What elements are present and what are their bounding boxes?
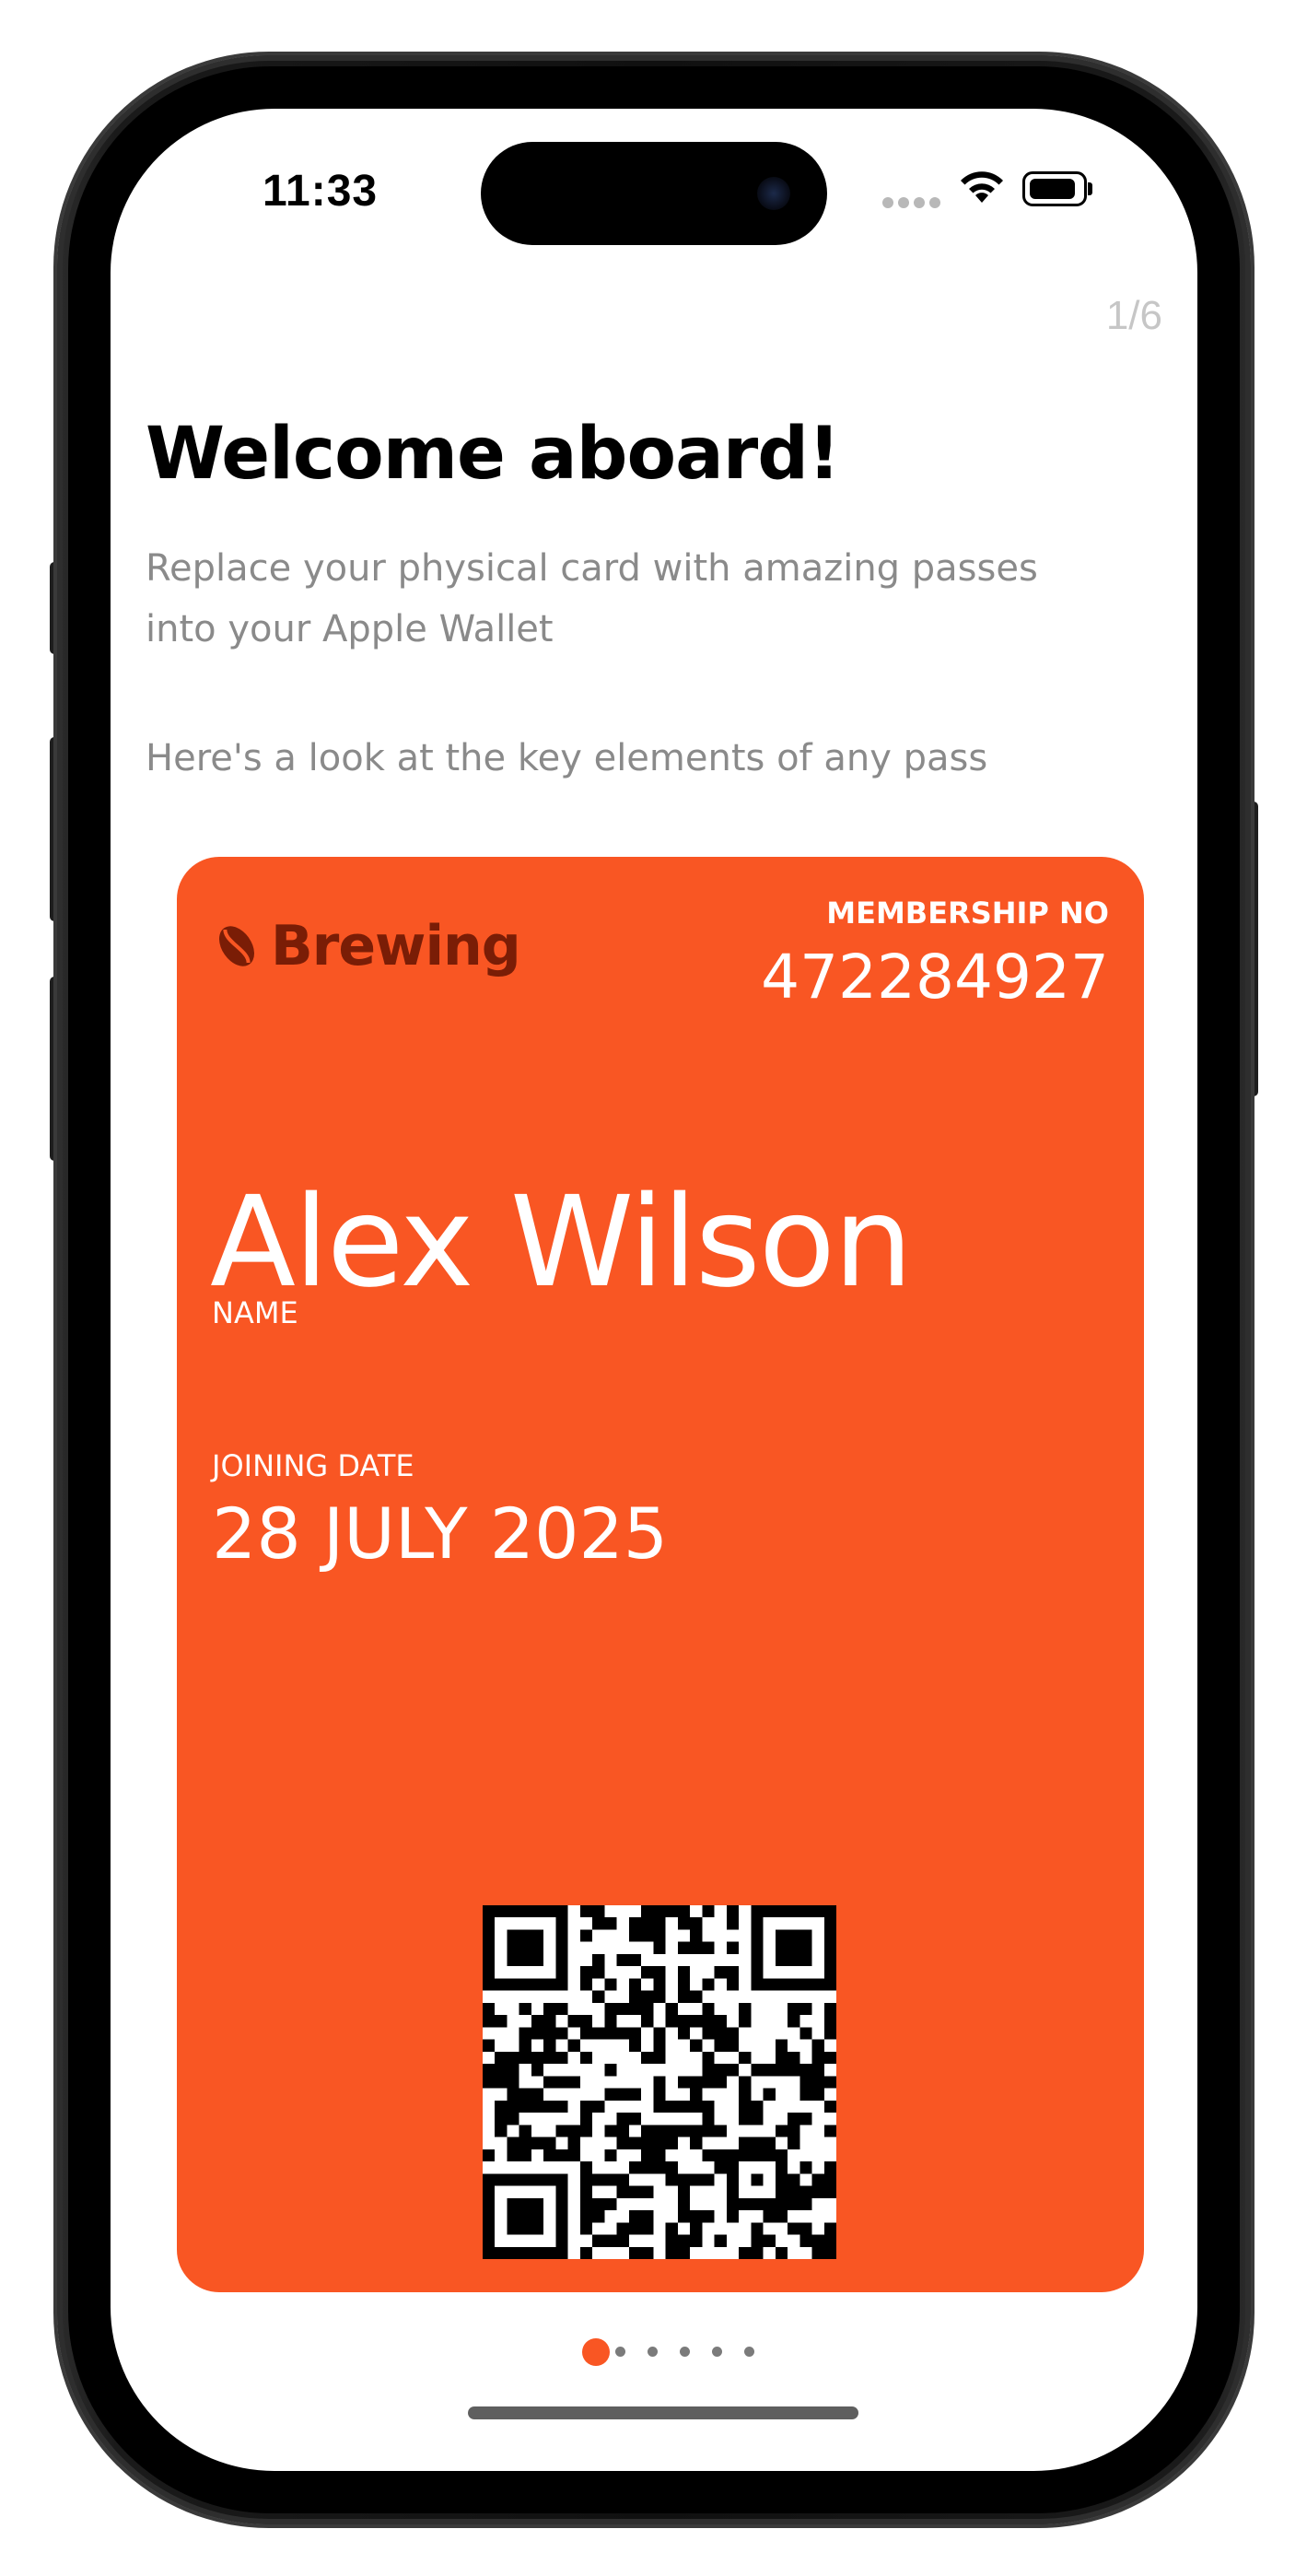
page-title: Welcome aboard! — [146, 413, 841, 496]
pass-card[interactable]: Brewing MEMBERSHIP NO 472284927 Alex Wil… — [177, 857, 1144, 2292]
intro-text-line2: into your Apple Wallet — [146, 608, 554, 650]
qr-code-icon — [483, 1905, 836, 2259]
status-time: 11:33 — [263, 167, 379, 216]
intro-text: Replace your physical card with amazing … — [146, 538, 1159, 660]
joining-date-value: 28 JULY 2025 — [212, 1493, 669, 1575]
home-indicator[interactable] — [468, 2406, 858, 2419]
page-dot[interactable] — [712, 2347, 722, 2357]
front-camera-icon — [757, 177, 790, 210]
coffee-bean-icon — [218, 926, 255, 966]
page-counter: 1/6 — [1105, 293, 1162, 338]
page-dot-active[interactable] — [582, 2338, 610, 2366]
dynamic-island — [481, 142, 827, 245]
page-dot[interactable] — [680, 2347, 690, 2357]
holder-name: Alex Wilson — [210, 1170, 913, 1316]
device-stage: 11:33 1/6 Welcome aboard! Replace your p… — [0, 0, 1307, 2576]
brand-logo: Brewing — [212, 914, 521, 978]
page-dot[interactable] — [615, 2347, 625, 2357]
page-dot[interactable] — [648, 2347, 658, 2357]
wifi-icon — [961, 171, 1003, 203]
battery-icon — [1022, 171, 1092, 206]
page-indicator[interactable] — [111, 2338, 1197, 2370]
phone-screen: 11:33 1/6 Welcome aboard! Replace your p… — [111, 109, 1197, 2471]
joining-date-label: JOINING DATE — [212, 1448, 414, 1483]
name-label: NAME — [212, 1295, 298, 1330]
page-dot[interactable] — [744, 2347, 754, 2357]
intro-text-line1: Replace your physical card with amazing … — [146, 547, 1038, 590]
brand-name: Brewing — [271, 914, 521, 978]
membership-number: 472284927 — [761, 942, 1109, 1013]
signal-dots-icon — [882, 197, 941, 210]
membership-label: MEMBERSHIP NO — [826, 896, 1109, 931]
key-elements-text: Here's a look at the key elements of any… — [146, 737, 988, 779]
